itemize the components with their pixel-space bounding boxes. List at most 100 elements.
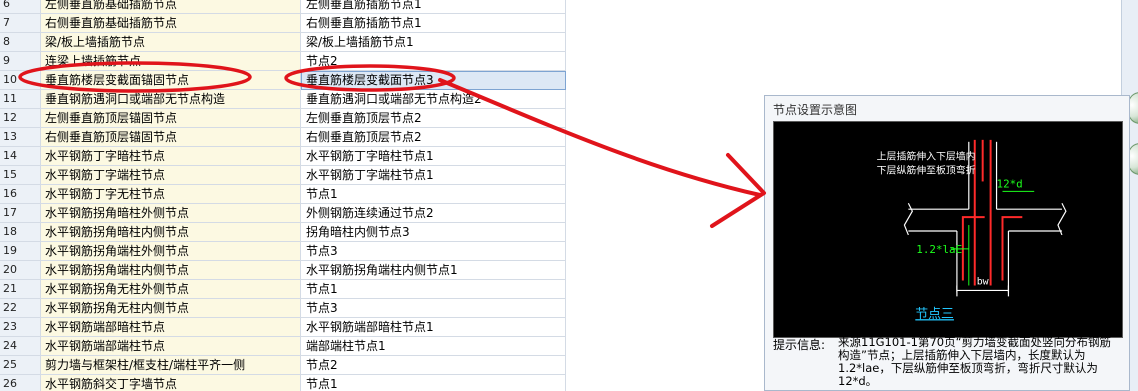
lower-bar-right-bend: [1001, 216, 1023, 281]
diagram-dim-bw: bw: [977, 276, 989, 287]
row-number: 21: [0, 280, 41, 299]
row-number: 11: [0, 90, 41, 109]
table-row[interactable]: 19 水平钢筋拐角端柱外侧节点 节点3: [0, 242, 566, 261]
setting-value-cell[interactable]: 节点1: [301, 280, 566, 299]
row-number: 12: [0, 109, 41, 128]
setting-value-cell[interactable]: 水平钢筋端部暗柱节点1: [301, 318, 566, 337]
row-number: 19: [0, 242, 41, 261]
setting-value-cell[interactable]: 右侧垂直筋顶层节点2: [301, 128, 566, 147]
diagram-caption: 节点三: [915, 307, 954, 322]
table-row[interactable]: 18 水平钢筋拐角暗柱内侧节点 拐角暗柱内侧节点3: [0, 223, 566, 242]
setting-value-cell[interactable]: 垂直筋遇洞口或端部无节点构造2: [301, 90, 566, 109]
diagram-dim-lae: 1.2*laE: [916, 243, 962, 256]
break-line-left: [903, 202, 914, 236]
table-row[interactable]: 23 水平钢筋端部暗柱节点 水平钢筋端部暗柱节点1: [0, 318, 566, 337]
setting-value-cell[interactable]: 节点3: [301, 242, 566, 261]
table-row[interactable]: 21 水平钢筋拐角无柱外侧节点 节点1: [0, 280, 566, 299]
setting-value-cell[interactable]: 水平钢筋丁字暗柱节点1: [301, 147, 566, 166]
setting-name-cell: 剪力墙与框架柱/框支柱/端柱平齐一侧: [41, 356, 301, 375]
table-row[interactable]: 8 梁/板上墙插筋节点 梁/板上墙插筋节点1: [0, 33, 566, 52]
setting-name-cell: 梁/板上墙插筋节点: [41, 33, 301, 52]
setting-name-cell: 水平钢筋拐角暗柱内侧节点: [41, 223, 301, 242]
setting-name-cell: 水平钢筋丁字无柱节点: [41, 185, 301, 204]
row-number: 9: [0, 52, 41, 71]
node-settings-table: 6 左侧垂直筋基础插筋节点 左侧垂直筋插筋节点1 7 右侧垂直筋基础插筋节点 右侧垂直筋插…: [0, 0, 566, 391]
hint-text: 来源11G101-1第70页“剪力墙变截面处竖向分布钢筋构造”节点；上层插筋伸入…: [838, 335, 1112, 388]
setting-name-cell: 左侧垂直筋基础插筋节点: [41, 0, 301, 14]
table-row[interactable]: 10 垂直筋楼层变截面锚固节点 垂直筋楼层变截面节点3: [0, 71, 566, 90]
row-number: 24: [0, 337, 41, 356]
row-number: 18: [0, 223, 41, 242]
panel-title: 节点设置示意图: [773, 103, 858, 117]
setting-name-cell: 水平钢筋丁字暗柱节点: [41, 147, 301, 166]
row-number: 22: [0, 299, 41, 318]
break-line-right: [1057, 202, 1067, 236]
table-row[interactable]: 22 水平钢筋拐角无柱内侧节点 节点3: [0, 299, 566, 318]
row-number: 17: [0, 204, 41, 223]
table-row[interactable]: 25 剪力墙与框架柱/框支柱/端柱平齐一侧 节点2: [0, 356, 566, 375]
setting-value-cell[interactable]: 节点1: [301, 185, 566, 204]
diagram-note-line1: 上层插筋伸入下层墙内: [877, 150, 976, 163]
setting-value-cell[interactable]: 端部端柱节点1: [301, 337, 566, 356]
row-number: 8: [0, 33, 41, 52]
setting-value-cell[interactable]: 左侧垂直筋顶层节点2: [301, 109, 566, 128]
setting-name-cell: 右侧垂直筋顶层锚固节点: [41, 128, 301, 147]
setting-value-cell[interactable]: 节点2: [301, 356, 566, 375]
setting-value-cell[interactable]: 水平钢筋拐角端柱内侧节点1: [301, 261, 566, 280]
setting-name-cell: 水平钢筋端部端柱节点: [41, 337, 301, 356]
setting-value-cell[interactable]: 左侧垂直筋插筋节点1: [301, 0, 566, 14]
setting-value-cell[interactable]: 外侧钢筋连续通过节点2: [301, 204, 566, 223]
row-number: 10: [0, 71, 41, 90]
setting-name-cell: 水平钢筋拐角端柱外侧节点: [41, 242, 301, 261]
table-row[interactable]: 6 左侧垂直筋基础插筋节点 左侧垂直筋插筋节点1: [0, 0, 566, 14]
setting-name-cell: 连梁上墙插筋节点: [41, 52, 301, 71]
row-number: 25: [0, 356, 41, 375]
setting-value-cell[interactable]: 节点1: [301, 375, 566, 391]
table-row[interactable]: 12 左侧垂直筋顶层锚固节点 左侧垂直筋顶层节点2: [0, 109, 566, 128]
table-row[interactable]: 26 水平钢筋斜交丁字墙节点 节点1: [0, 375, 566, 391]
row-number: 6: [0, 0, 41, 14]
setting-value-cell[interactable]: 拐角暗柱内侧节点3: [301, 223, 566, 242]
diagram-note-line2: 下层纵筋伸至板顶弯折: [877, 164, 976, 177]
table-row[interactable]: 24 水平钢筋端部端柱节点 端部端柱节点1: [0, 337, 566, 356]
table-row[interactable]: 13 右侧垂直筋顶层锚固节点 右侧垂直筋顶层节点2: [0, 128, 566, 147]
setting-value-cell[interactable]: 右侧垂直筋插筋节点1: [301, 14, 566, 33]
row-number: 13: [0, 128, 41, 147]
setting-name-cell: 水平钢筋斜交丁字墙节点: [41, 375, 301, 391]
row-number: 14: [0, 147, 41, 166]
hint-label: 提示信息:: [773, 338, 826, 352]
row-number: 7: [0, 14, 41, 33]
setting-value-cell[interactable]: 垂直筋楼层变截面节点3: [301, 71, 566, 90]
table-row[interactable]: 15 水平钢筋丁字端柱节点 水平钢筋丁字端柱节点1: [0, 166, 566, 185]
diagram-dim-12d: 12*d: [997, 177, 1023, 190]
row-number: 20: [0, 261, 41, 280]
setting-name-cell: 垂直筋楼层变截面锚固节点: [41, 71, 301, 90]
setting-value-cell[interactable]: 节点2: [301, 52, 566, 71]
table-row[interactable]: 7 右侧垂直筋基础插筋节点 右侧垂直筋插筋节点1: [0, 14, 566, 33]
node-diagram: 上层插筋伸入下层墙内 下层纵筋伸至板顶弯折 12*d 1.2*laE bw 节点…: [773, 121, 1123, 338]
row-number: 23: [0, 318, 41, 337]
setting-value-cell[interactable]: 梁/板上墙插筋节点1: [301, 33, 566, 52]
setting-value-cell[interactable]: 水平钢筋丁字端柱节点1: [301, 166, 566, 185]
row-number: 15: [0, 166, 41, 185]
setting-name-cell: 右侧垂直筋基础插筋节点: [41, 14, 301, 33]
table-row[interactable]: 9 连梁上墙插筋节点 节点2: [0, 52, 566, 71]
annotation-arrowhead: [710, 153, 766, 228]
setting-name-cell: 水平钢筋拐角无柱外侧节点: [41, 280, 301, 299]
setting-name-cell: 水平钢筋端部暗柱节点: [41, 318, 301, 337]
row-number: 16: [0, 185, 41, 204]
table-row[interactable]: 17 水平钢筋拐角暗柱外侧节点 外侧钢筋连续通过节点2: [0, 204, 566, 223]
node-diagram-panel: 节点设置示意图 上层插筋伸入下层墙内 下层纵筋伸至板顶弯折 12*d 1.2*l…: [764, 95, 1130, 391]
setting-name-cell: 水平钢筋拐角暗柱外侧节点: [41, 204, 301, 223]
table-row[interactable]: 20 水平钢筋拐角端柱内侧节点 水平钢筋拐角端柱内侧节点1: [0, 261, 566, 280]
table-row[interactable]: 16 水平钢筋丁字无柱节点 节点1: [0, 185, 566, 204]
table-row[interactable]: 11 垂直钢筋遇洞口或端部无节点构造 垂直筋遇洞口或端部无节点构造2: [0, 90, 566, 109]
setting-name-cell: 水平钢筋拐角端柱内侧节点: [41, 261, 301, 280]
setting-name-cell: 水平钢筋拐角无柱内侧节点: [41, 299, 301, 318]
row-number: 26: [0, 375, 41, 391]
setting-name-cell: 水平钢筋丁字端柱节点: [41, 166, 301, 185]
table-row[interactable]: 14 水平钢筋丁字暗柱节点 水平钢筋丁字暗柱节点1: [0, 147, 566, 166]
setting-value-cell[interactable]: 节点3: [301, 299, 566, 318]
setting-name-cell: 左侧垂直筋顶层锚固节点: [41, 109, 301, 128]
setting-name-cell: 垂直钢筋遇洞口或端部无节点构造: [41, 90, 301, 109]
